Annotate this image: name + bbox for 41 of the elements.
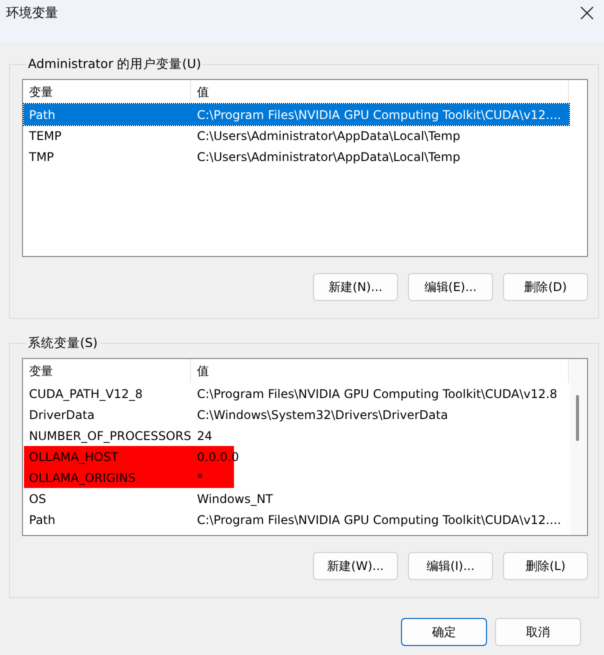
list-row[interactable]: TEMP C:\Users\Administrator\AppData\Local\Temp: [24, 125, 569, 146]
variable-value: C:\Users\Administrator\AppData\Local\Temp: [196, 128, 462, 142]
variable-name: TEMP: [28, 128, 63, 142]
variable-list[interactable]: 变量 值 Path C:\Program Files\NVIDIA GPU Computing Toolkit\CUDA\v12.... TEMP C:\Users\Administrator\AppData\Local\Temp TMP C:\Users\Administrator\AppData\Local\Temp: [22, 79, 588, 257]
variable-value: *: [196, 470, 204, 484]
action-button[interactable]: 新建(N)...: [313, 273, 398, 301]
list-row[interactable]: Path C:\Program Files\NVIDIA GPU Computing Toolkit\CUDA\v12....: [24, 104, 569, 125]
list-row[interactable]: CUDA_PATH_V12_8 C:\Program Files\NVIDIA GPU Computing Toolkit\CUDA\v12.8: [24, 383, 569, 404]
group-title: 系统变量(S): [27, 335, 99, 352]
list-row[interactable]: NUMBER_OF_PROCESSORS 24: [24, 425, 569, 446]
dialog-button[interactable]: 取消: [495, 618, 581, 646]
variable-name: TMP: [28, 150, 55, 164]
variable-value: 24: [196, 428, 214, 442]
list-row[interactable]: OS Windows_NT: [24, 488, 569, 509]
variable-name: DriverData: [28, 408, 96, 422]
variable-name: Path: [28, 108, 56, 122]
variable-value: C:\Windows\System32\Drivers\DriverData: [196, 408, 449, 422]
variable-name: OLLAMA_ORIGINS: [28, 470, 137, 484]
list-row[interactable]: DriverData C:\Windows\System32\Drivers\DriverData: [24, 404, 569, 425]
variable-value: C:\Users\Administrator\AppData\Local\Temp: [196, 150, 462, 164]
action-button[interactable]: 新建(W)...: [313, 552, 398, 580]
dialog-button[interactable]: 确定: [401, 618, 487, 646]
list-row[interactable]: TMP C:\Users\Administrator\AppData\Local\Temp: [24, 146, 569, 167]
window-title: 环境变量: [6, 5, 58, 22]
variable-name: OLLAMA_HOST: [28, 450, 120, 464]
action-button[interactable]: 删除(L): [503, 552, 588, 580]
action-button[interactable]: 编辑(E)...: [408, 273, 493, 301]
action-button[interactable]: 删除(D): [503, 273, 588, 301]
variable-name: NUMBER_OF_PROCESSORS: [28, 428, 192, 442]
group-title: Administrator 的用户变量(U): [27, 56, 202, 73]
list-row[interactable]: Path C:\Program Files\NVIDIA GPU Computing Toolkit\CUDA\v12....: [24, 509, 569, 530]
column-header[interactable]: 变量: [23, 359, 191, 383]
variable-value: C:\Program Files\NVIDIA GPU Computing Toolkit\CUDA\v12....: [196, 512, 562, 526]
variable-name: OS: [28, 492, 48, 506]
variable-value: C:\Program Files\NVIDIA GPU Computing Toolkit\CUDA\v12.8: [196, 386, 558, 400]
variable-name: Path: [28, 512, 56, 526]
action-button[interactable]: 编辑(I)...: [408, 552, 493, 580]
variable-value: C:\Program Files\NVIDIA GPU Computing Toolkit\CUDA\v12....: [196, 108, 562, 122]
variable-name: CUDA_PATH_V12_8: [28, 386, 144, 400]
variable-value: Windows_NT: [196, 492, 274, 506]
column-header[interactable]: 值: [191, 359, 569, 383]
